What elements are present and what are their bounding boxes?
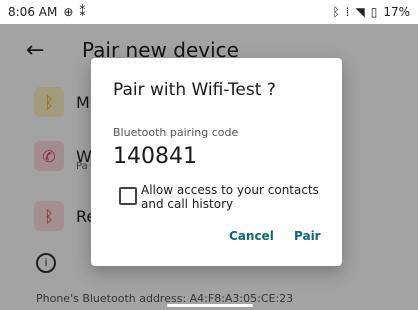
- notification-icon: ⁑: [79, 5, 86, 19]
- status-time: 8:06 AM: [8, 5, 58, 19]
- bluetooth-icon: ᛒ: [332, 5, 340, 19]
- pairing-dialog: Pair with Wifi-Test ? Bluetooth pairing …: [91, 58, 342, 266]
- battery-icon: ▯: [370, 5, 378, 19]
- vpn-icon: ⊕: [63, 5, 74, 19]
- vibrate-icon: ⁞: [345, 5, 350, 19]
- status-bar: 8:06 AM ⊕ ⁑ ᛒ ⁞ ◥ ▯ 17%: [0, 0, 418, 24]
- wifi-icon: ◥: [355, 5, 365, 19]
- status-left: 8:06 AM ⊕ ⁑: [8, 5, 85, 19]
- battery-percentage: 17%: [383, 5, 410, 19]
- pair-button[interactable]: Pair: [294, 229, 321, 243]
- status-right: ᛒ ⁞ ◥ ▯ 17%: [332, 5, 410, 19]
- home-indicator[interactable]: [167, 304, 253, 307]
- contacts-access-checkbox[interactable]: [119, 187, 137, 205]
- pairing-code-value: 140841: [113, 144, 197, 169]
- cancel-button[interactable]: Cancel: [229, 229, 274, 243]
- dialog-title: Pair with Wifi-Test ?: [113, 80, 276, 100]
- contacts-access-label[interactable]: Allow access to your contacts and call h…: [141, 183, 327, 211]
- pairing-code-label: Bluetooth pairing code: [113, 126, 239, 139]
